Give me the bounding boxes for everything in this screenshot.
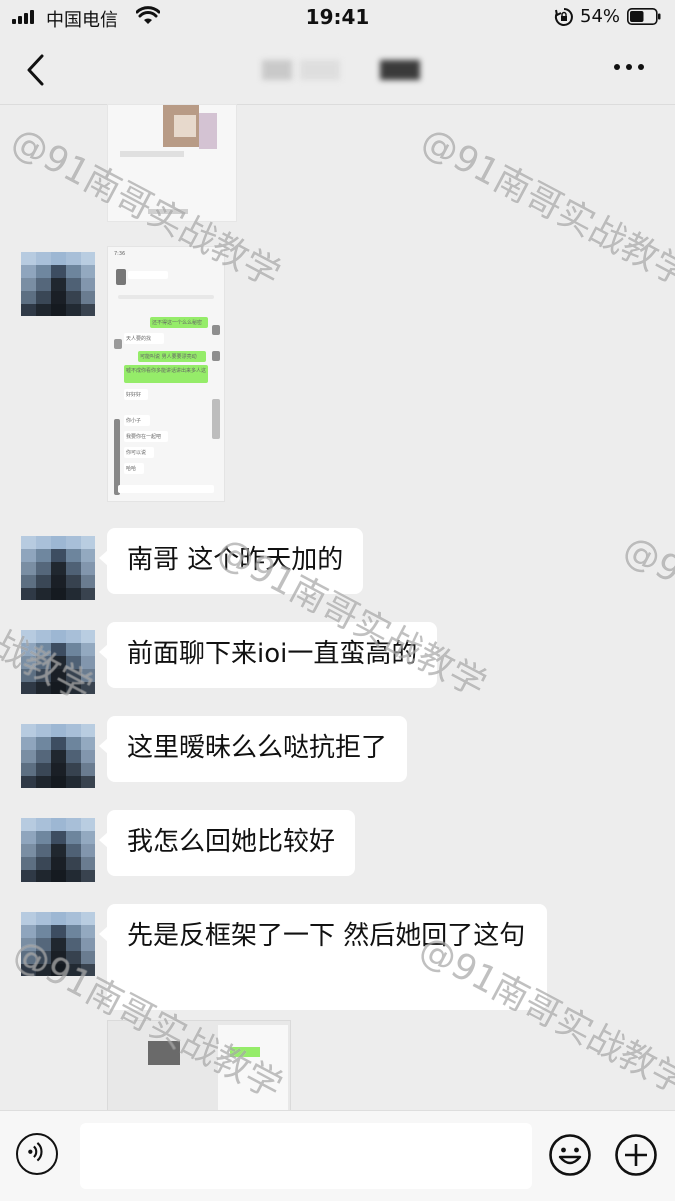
shared-image-partial[interactable] bbox=[107, 104, 237, 222]
battery-percent: 54% bbox=[580, 6, 621, 27]
avatar[interactable] bbox=[21, 912, 95, 976]
rotation-lock-icon bbox=[554, 8, 573, 26]
input-bar bbox=[0, 1110, 675, 1201]
message-bubble[interactable]: 这里暧昧么么哒抗拒了 bbox=[98, 716, 408, 782]
chevron-left-icon[interactable] bbox=[24, 52, 48, 88]
status-bar: 中国电信 19:41 54% bbox=[0, 0, 675, 36]
message-bubble[interactable]: 我怎么回她比较好 bbox=[98, 810, 356, 876]
message-bubble[interactable]: 南哥 这个昨天加的 bbox=[98, 528, 364, 594]
message-input[interactable] bbox=[80, 1123, 532, 1189]
watermark: @91南哥实战教学 bbox=[616, 527, 675, 704]
shared-image-partial[interactable] bbox=[107, 1020, 291, 1112]
avatar[interactable] bbox=[21, 630, 95, 694]
message-text: 我怎么回她比较好 bbox=[127, 827, 336, 857]
avatar[interactable] bbox=[21, 536, 95, 600]
message-text: 这里暧昧么么哒抗拒了 bbox=[127, 733, 388, 763]
plus-icon[interactable] bbox=[614, 1133, 658, 1177]
voice-icon[interactable] bbox=[16, 1133, 58, 1175]
message-text: 前面聊下来ioi一直蛮高的 bbox=[127, 639, 418, 669]
ellipsis-icon[interactable] bbox=[612, 64, 646, 74]
watermark: @91南哥实战教学 bbox=[414, 119, 675, 296]
screenshot-time: 7:36 bbox=[114, 251, 126, 257]
chat-header bbox=[0, 36, 675, 105]
shared-chat-screenshot[interactable]: 7:36 还不得这一个么么秘密 天人要的找 可能叫说 男人要要漂亮动 嘘不成你看… bbox=[107, 246, 225, 502]
message-text: 南哥 这个昨天加的 bbox=[127, 545, 344, 575]
avatar[interactable] bbox=[21, 252, 95, 316]
battery-icon bbox=[627, 8, 661, 25]
avatar[interactable] bbox=[21, 724, 95, 788]
message-bubble[interactable]: 前面聊下来ioi一直蛮高的 bbox=[98, 622, 438, 688]
message-text: 先是反框架了一下 然后她回了这句 bbox=[127, 921, 526, 951]
avatar[interactable] bbox=[21, 818, 95, 882]
emoji-icon[interactable] bbox=[548, 1133, 592, 1177]
message-bubble[interactable]: 先是反框架了一下 然后她回了这句 bbox=[99, 904, 547, 1010]
